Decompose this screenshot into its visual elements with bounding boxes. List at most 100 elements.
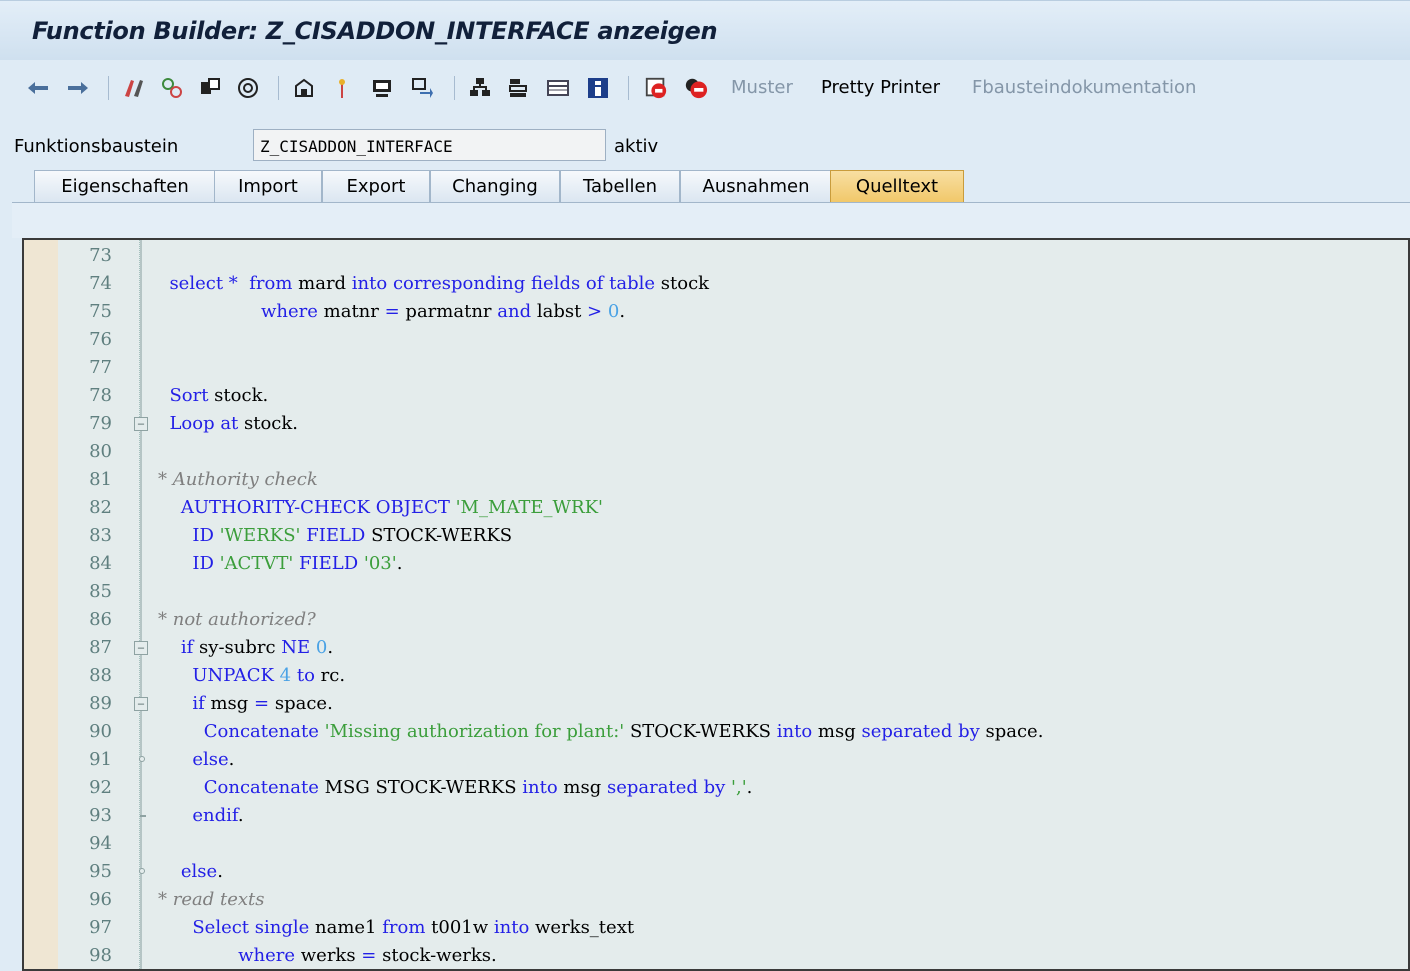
line-number: 79 bbox=[89, 413, 112, 434]
code-line[interactable]: 84 ID 'ACTVT' FIELD '03'. bbox=[24, 550, 1408, 578]
code-line[interactable]: 80 bbox=[24, 438, 1408, 466]
set-breakpoint-icon[interactable] bbox=[644, 76, 668, 100]
code-line[interactable]: 97 Select single name1 from t001w into w… bbox=[24, 914, 1408, 942]
code-line[interactable]: 93 endif. bbox=[24, 802, 1408, 830]
code-text: Sort stock. bbox=[158, 385, 269, 406]
code-text: if msg = space. bbox=[158, 693, 333, 714]
title-bar: Function Builder: Z_CISADDON_INTERFACE a… bbox=[0, 0, 1410, 60]
line-number: 82 bbox=[89, 497, 112, 518]
line-number: 88 bbox=[89, 665, 112, 686]
line-number: 76 bbox=[89, 329, 112, 350]
tab-export[interactable]: Export bbox=[322, 170, 430, 202]
code-text: Concatenate MSG STOCK-WERKS into msg sep… bbox=[158, 777, 753, 798]
toggle-edit-icon[interactable] bbox=[122, 76, 146, 100]
line-number: 87 bbox=[89, 637, 112, 658]
forward-arrow-icon[interactable] bbox=[66, 76, 90, 100]
line-number: 85 bbox=[89, 581, 112, 602]
code-line[interactable]: 83 ID 'WERKS' FIELD STOCK-WERKS bbox=[24, 522, 1408, 550]
tab-quelltext[interactable]: Quelltext bbox=[830, 170, 964, 202]
code-line[interactable]: 88 UNPACK 4 to rc. bbox=[24, 662, 1408, 690]
function-module-label: Funktionsbaustein bbox=[14, 136, 179, 157]
tab-ausnahmen[interactable]: Ausnahmen bbox=[680, 170, 832, 202]
code-text: ID 'ACTVT' FIELD '03'. bbox=[158, 553, 403, 574]
code-line[interactable]: 74 select * from mard into corresponding… bbox=[24, 270, 1408, 298]
code-line[interactable]: 96 * read texts bbox=[24, 886, 1408, 914]
code-line[interactable]: 86 * not authorized? bbox=[24, 606, 1408, 634]
line-number: 73 bbox=[89, 245, 112, 266]
code-text: select * from mard into corresponding fi… bbox=[158, 273, 710, 294]
test-icon[interactable] bbox=[330, 76, 354, 100]
code-line[interactable]: 95 else. bbox=[24, 858, 1408, 886]
stop-icon[interactable] bbox=[684, 76, 708, 100]
fold-branch-icon bbox=[139, 868, 145, 874]
check-icon[interactable] bbox=[292, 76, 316, 100]
line-number: 91 bbox=[89, 749, 112, 770]
code-line[interactable]: 89 − if msg = space. bbox=[24, 690, 1408, 718]
code-text: * read texts bbox=[158, 889, 265, 910]
pretty-printer-button[interactable]: Pretty Printer bbox=[821, 77, 940, 98]
code-line[interactable]: 73 bbox=[24, 242, 1408, 270]
line-number: 90 bbox=[89, 721, 112, 742]
code-line[interactable]: 91 else. bbox=[24, 746, 1408, 774]
tab-eigenschaften[interactable]: Eigenschaften bbox=[34, 170, 216, 202]
line-number: 92 bbox=[89, 777, 112, 798]
line-number: 94 bbox=[89, 833, 112, 854]
line-number: 81 bbox=[89, 469, 112, 490]
fold-toggle-icon[interactable]: − bbox=[134, 641, 148, 655]
code-text: else. bbox=[158, 749, 235, 770]
line-number: 78 bbox=[89, 385, 112, 406]
code-line[interactable]: 90 Concatenate 'Missing authorization fo… bbox=[24, 718, 1408, 746]
code-text: * Authority check bbox=[158, 469, 318, 490]
code-line[interactable]: 81 * Authority check bbox=[24, 466, 1408, 494]
back-arrow-icon[interactable] bbox=[26, 76, 50, 100]
fold-branch-icon bbox=[139, 756, 145, 762]
code-line[interactable]: 82 AUTHORITY-CHECK OBJECT 'M_MATE_WRK' bbox=[24, 494, 1408, 522]
code-text: * not authorized? bbox=[158, 609, 316, 630]
layout-icon[interactable] bbox=[546, 76, 570, 100]
activate-icon[interactable] bbox=[236, 76, 260, 100]
abap-source-editor[interactable]: 73 74 select * from mard into correspondi… bbox=[22, 238, 1410, 971]
toolbar-separator bbox=[278, 76, 279, 100]
code-line[interactable]: 98 where werks = stock-werks. bbox=[24, 942, 1408, 969]
tab-changing[interactable]: Changing bbox=[430, 170, 560, 202]
line-number: 75 bbox=[89, 301, 112, 322]
code-text: Concatenate 'Missing authorization for p… bbox=[158, 721, 1044, 742]
line-number: 93 bbox=[89, 805, 112, 826]
tab-content-area bbox=[12, 202, 1410, 238]
muster-button[interactable]: Muster bbox=[731, 77, 793, 98]
tab-tabellen[interactable]: Tabellen bbox=[560, 170, 680, 202]
documentation-button[interactable]: Fbausteindokumentation bbox=[972, 77, 1196, 98]
code-line[interactable]: 79 − Loop at stock. bbox=[24, 410, 1408, 438]
code-line[interactable]: 78 Sort stock. bbox=[24, 382, 1408, 410]
other-object-icon[interactable] bbox=[160, 76, 184, 100]
code-line[interactable]: 77 bbox=[24, 354, 1408, 382]
where-used-icon[interactable] bbox=[198, 76, 222, 100]
code-text: where werks = stock-werks. bbox=[238, 945, 497, 966]
window-title: Function Builder: Z_CISADDON_INTERFACE a… bbox=[32, 17, 718, 45]
code-line[interactable]: 87 − if sy-subrc NE 0. bbox=[24, 634, 1408, 662]
navigation-window-icon[interactable] bbox=[410, 76, 434, 100]
line-number: 74 bbox=[89, 273, 112, 294]
code-text: where matnr = parmatnr and labst > 0. bbox=[261, 301, 626, 322]
display-object-list-icon[interactable] bbox=[370, 76, 394, 100]
tab-import[interactable]: Import bbox=[214, 170, 322, 202]
hierarchy-icon[interactable] bbox=[468, 76, 492, 100]
code-text: endif. bbox=[158, 805, 244, 826]
fold-toggle-icon[interactable]: − bbox=[134, 697, 148, 711]
code-line[interactable]: 75 where matnr = parmatnr and labst > 0. bbox=[24, 298, 1408, 326]
toolbar-separator bbox=[628, 76, 629, 100]
code-line[interactable]: 92 Concatenate MSG STOCK-WERKS into msg … bbox=[24, 774, 1408, 802]
code-text: if sy-subrc NE 0. bbox=[158, 637, 334, 658]
code-text: UNPACK 4 to rc. bbox=[158, 665, 346, 686]
tree-icon[interactable] bbox=[506, 76, 530, 100]
code-line[interactable]: 76 bbox=[24, 326, 1408, 354]
code-line[interactable]: 94 bbox=[24, 830, 1408, 858]
line-number: 89 bbox=[89, 693, 112, 714]
fold-toggle-icon[interactable]: − bbox=[134, 417, 148, 431]
line-number: 86 bbox=[89, 609, 112, 630]
line-number: 97 bbox=[89, 917, 112, 938]
info-icon[interactable] bbox=[586, 76, 610, 100]
line-number: 96 bbox=[89, 889, 112, 910]
function-module-field[interactable]: Z_CISADDON_INTERFACE bbox=[253, 129, 606, 161]
code-line[interactable]: 85 bbox=[24, 578, 1408, 606]
